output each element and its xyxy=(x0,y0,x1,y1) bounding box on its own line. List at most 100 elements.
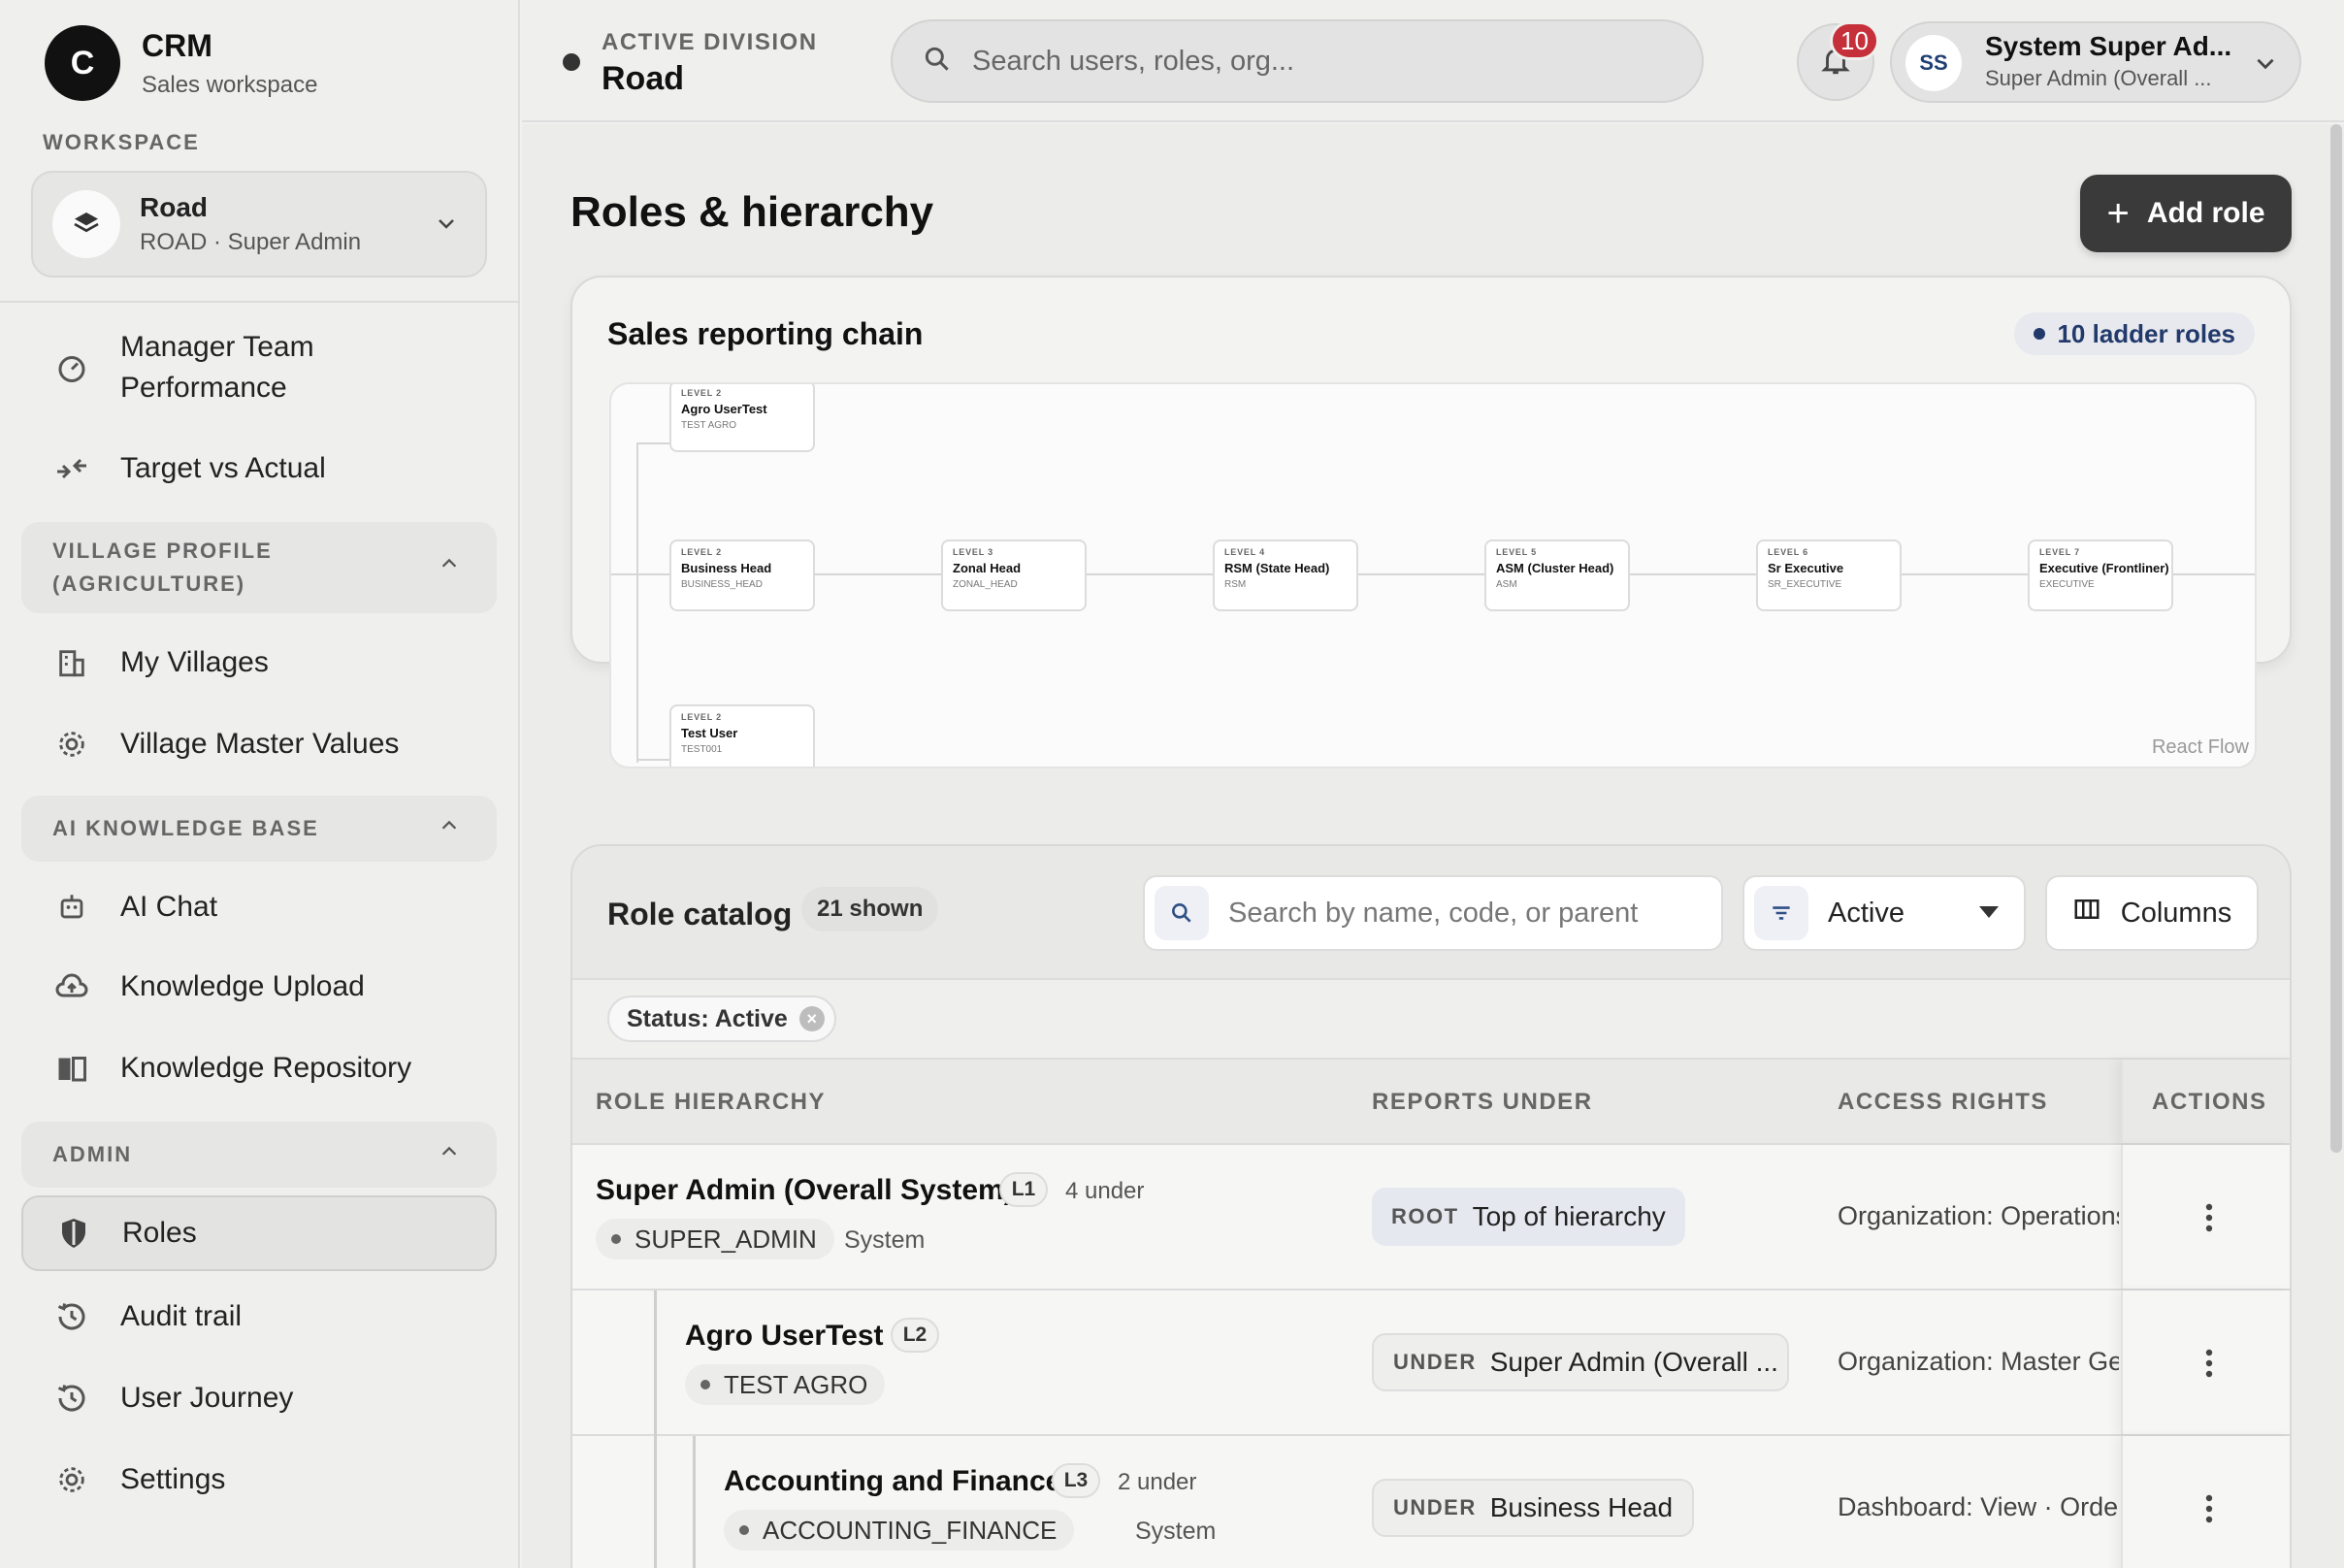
group-admin[interactable]: ADMIN xyxy=(21,1122,497,1188)
add-role-button[interactable]: + Add role xyxy=(2080,175,2292,252)
flow-edge xyxy=(611,573,2255,575)
more-vertical-icon[interactable] xyxy=(2204,1494,2214,1528)
status-filter-select[interactable]: Active xyxy=(1742,875,2026,951)
workspace-section-label: WORKSPACE xyxy=(43,130,200,154)
global-search[interactable] xyxy=(891,19,1704,103)
sidebar-item-user-journey[interactable]: User Journey xyxy=(21,1376,497,1421)
access-rights: Organization: Master Ge xyxy=(1838,1347,2119,1376)
role-code: TEST AGRO xyxy=(724,1369,868,1399)
node-level: LEVEL 2 xyxy=(681,547,722,557)
sidebar-item-label: Target vs Actual xyxy=(120,452,326,484)
node-code: BUSINESS_HEAD xyxy=(681,579,763,590)
table-row[interactable]: Agro UserTest L2 TEST AGRO UNDER Super A… xyxy=(572,1290,2290,1436)
node-name: Business Head xyxy=(681,561,772,575)
brand-logo: C xyxy=(45,25,120,101)
header-role-hierarchy[interactable]: ROLE HIERARCHY xyxy=(596,1089,826,1116)
add-role-label: Add role xyxy=(2146,197,2265,229)
sidebar-item-village-master-values[interactable]: Village Master Values xyxy=(21,722,497,767)
flow-edge xyxy=(636,759,671,761)
sidebar-item-roles[interactable]: Roles xyxy=(21,1195,497,1271)
status-filter-value: Active xyxy=(1828,897,1904,929)
header-access-rights[interactable]: ACCESS RIGHTS xyxy=(1838,1089,2048,1116)
reports-under-pill: ROOT Top of hierarchy xyxy=(1372,1188,1685,1246)
catalog-search-input[interactable] xyxy=(1228,897,1694,930)
sidebar-item-ai-chat[interactable]: AI Chat xyxy=(21,885,497,930)
sidebar-item-label: Audit trail xyxy=(120,1300,243,1332)
group-village-profile[interactable]: VILLAGE PROFILE (AGRICULTURE) xyxy=(21,522,497,613)
reports-under-pill: UNDER Super Admin (Overall ... xyxy=(1372,1333,1789,1391)
more-vertical-icon[interactable] xyxy=(2204,1203,2214,1237)
chevron-down-icon xyxy=(2253,50,2278,81)
reports-value: Top of hierarchy xyxy=(1472,1201,1666,1231)
catalog-search[interactable] xyxy=(1143,875,1723,951)
tree-connector xyxy=(693,1436,696,1568)
flow-node-asm[interactable]: LEVEL 5 ASM (Cluster Head) ASM xyxy=(1484,539,1630,611)
reports-kind: UNDER xyxy=(1393,1350,1477,1374)
sidebar-item-target-vs-actual[interactable]: Target vs Actual xyxy=(21,446,497,491)
main-scrollbar[interactable] xyxy=(2330,124,2342,1153)
node-level: LEVEL 5 xyxy=(1496,547,1537,557)
global-search-input[interactable] xyxy=(972,45,1651,78)
chevron-up-icon xyxy=(439,815,460,842)
react-flow-attribution[interactable]: React Flow xyxy=(2152,736,2249,759)
role-code-chip: SUPER_ADMIN xyxy=(596,1219,834,1259)
group-ai-knowledge-base[interactable]: AI KNOWLEDGE BASE xyxy=(21,796,497,862)
header-reports-under[interactable]: REPORTS UNDER xyxy=(1372,1089,1593,1116)
node-code: ASM xyxy=(1496,579,1517,590)
under-count: 2 under xyxy=(1118,1469,1197,1495)
node-name: Sr Executive xyxy=(1768,561,1844,575)
avatar: SS xyxy=(1905,35,1962,91)
level-badge: L2 xyxy=(891,1318,939,1353)
node-level: LEVEL 6 xyxy=(1768,547,1808,557)
sidebar-item-settings[interactable]: Settings xyxy=(21,1457,497,1502)
flow-node-rsm[interactable]: LEVEL 4 RSM (State Head) RSM xyxy=(1213,539,1358,611)
search-icon xyxy=(1155,886,1209,940)
flow-node-sr-executive[interactable]: LEVEL 6 Sr Executive SR_EXECUTIVE xyxy=(1756,539,1902,611)
more-vertical-icon[interactable] xyxy=(2204,1349,2214,1383)
sidebar-item-manager-team-performance[interactable]: Manager Team Performance xyxy=(21,324,497,411)
ladder-roles-pill: 10 ladder roles xyxy=(2014,312,2255,355)
reports-under-pill: UNDER Business Head xyxy=(1372,1479,1695,1537)
table-header: ROLE HIERARCHY REPORTS UNDER ACCESS RIGH… xyxy=(572,1060,2290,1145)
flow-node-test-user[interactable]: LEVEL 2 Test User TEST001 xyxy=(669,704,815,767)
layers-icon xyxy=(52,190,120,258)
reports-value: Business Head xyxy=(1489,1492,1674,1522)
table-row[interactable]: Accounting and Finance L3 2 under ACCOUN… xyxy=(572,1436,2290,1568)
workspace-name: Road xyxy=(140,192,208,222)
main-content: Roles & hierarchy + Add role Sales repor… xyxy=(522,124,2344,1568)
brand-subtitle: Sales workspace xyxy=(142,71,318,98)
role-code-chip: TEST AGRO xyxy=(685,1364,886,1405)
node-code: EXECUTIVE xyxy=(2039,579,2095,590)
user-menu[interactable]: SS System Super Ad... Super Admin (Overa… xyxy=(1890,21,2301,103)
reports-value: Super Admin (Overall ... xyxy=(1489,1347,1778,1377)
ladder-roles-label: 10 ladder roles xyxy=(2057,318,2235,348)
flow-node-agro-usertest[interactable]: LEVEL 2 Agro UserTest TEST AGRO xyxy=(669,384,815,452)
react-flow-canvas[interactable]: LEVEL 2 Agro UserTest TEST AGRO LEVEL 2 … xyxy=(609,382,2257,768)
status-dot xyxy=(739,1525,749,1535)
sidebar-item-knowledge-repository[interactable]: Knowledge Repository xyxy=(21,1046,497,1091)
active-filters-row: Status: Active × xyxy=(572,978,2290,1060)
sidebar-item-my-villages[interactable]: My Villages xyxy=(21,640,497,685)
chevron-up-icon xyxy=(439,1141,460,1168)
flow-node-business-head[interactable]: LEVEL 2 Business Head BUSINESS_HEAD xyxy=(669,539,815,611)
workspace-switcher[interactable]: Road ROAD · Super Admin xyxy=(31,171,487,278)
columns-button[interactable]: Columns xyxy=(2045,875,2259,951)
book-icon xyxy=(52,1049,91,1088)
page-title: Roles & hierarchy xyxy=(570,188,934,236)
node-code: TEST AGRO xyxy=(681,420,737,431)
sidebar-item-audit-trail[interactable]: Audit trail xyxy=(21,1294,497,1339)
flow-node-executive[interactable]: LEVEL 7 Executive (Frontliner) EXECUTIVE xyxy=(2028,539,2173,611)
reports-kind: ROOT xyxy=(1391,1204,1459,1228)
user-name: System Super Ad... xyxy=(1985,31,2232,61)
chevron-up-icon xyxy=(439,551,460,584)
close-icon[interactable]: × xyxy=(798,1006,825,1031)
node-name: RSM (State Head) xyxy=(1224,561,1330,575)
node-level: LEVEL 3 xyxy=(953,547,993,557)
role-name: Agro UserTest xyxy=(685,1320,884,1352)
table-row[interactable]: Super Admin (Overall System) L1 4 under … xyxy=(572,1145,2290,1290)
sidebar-item-label: AI Chat xyxy=(120,891,218,923)
sidebar-item-knowledge-upload[interactable]: Knowledge Upload xyxy=(21,964,497,1009)
filter-chip-status[interactable]: Status: Active × xyxy=(607,996,836,1042)
sidebar-item-label: Manager Team Performance xyxy=(120,331,314,404)
flow-node-zonal-head[interactable]: LEVEL 3 Zonal Head ZONAL_HEAD xyxy=(941,539,1087,611)
